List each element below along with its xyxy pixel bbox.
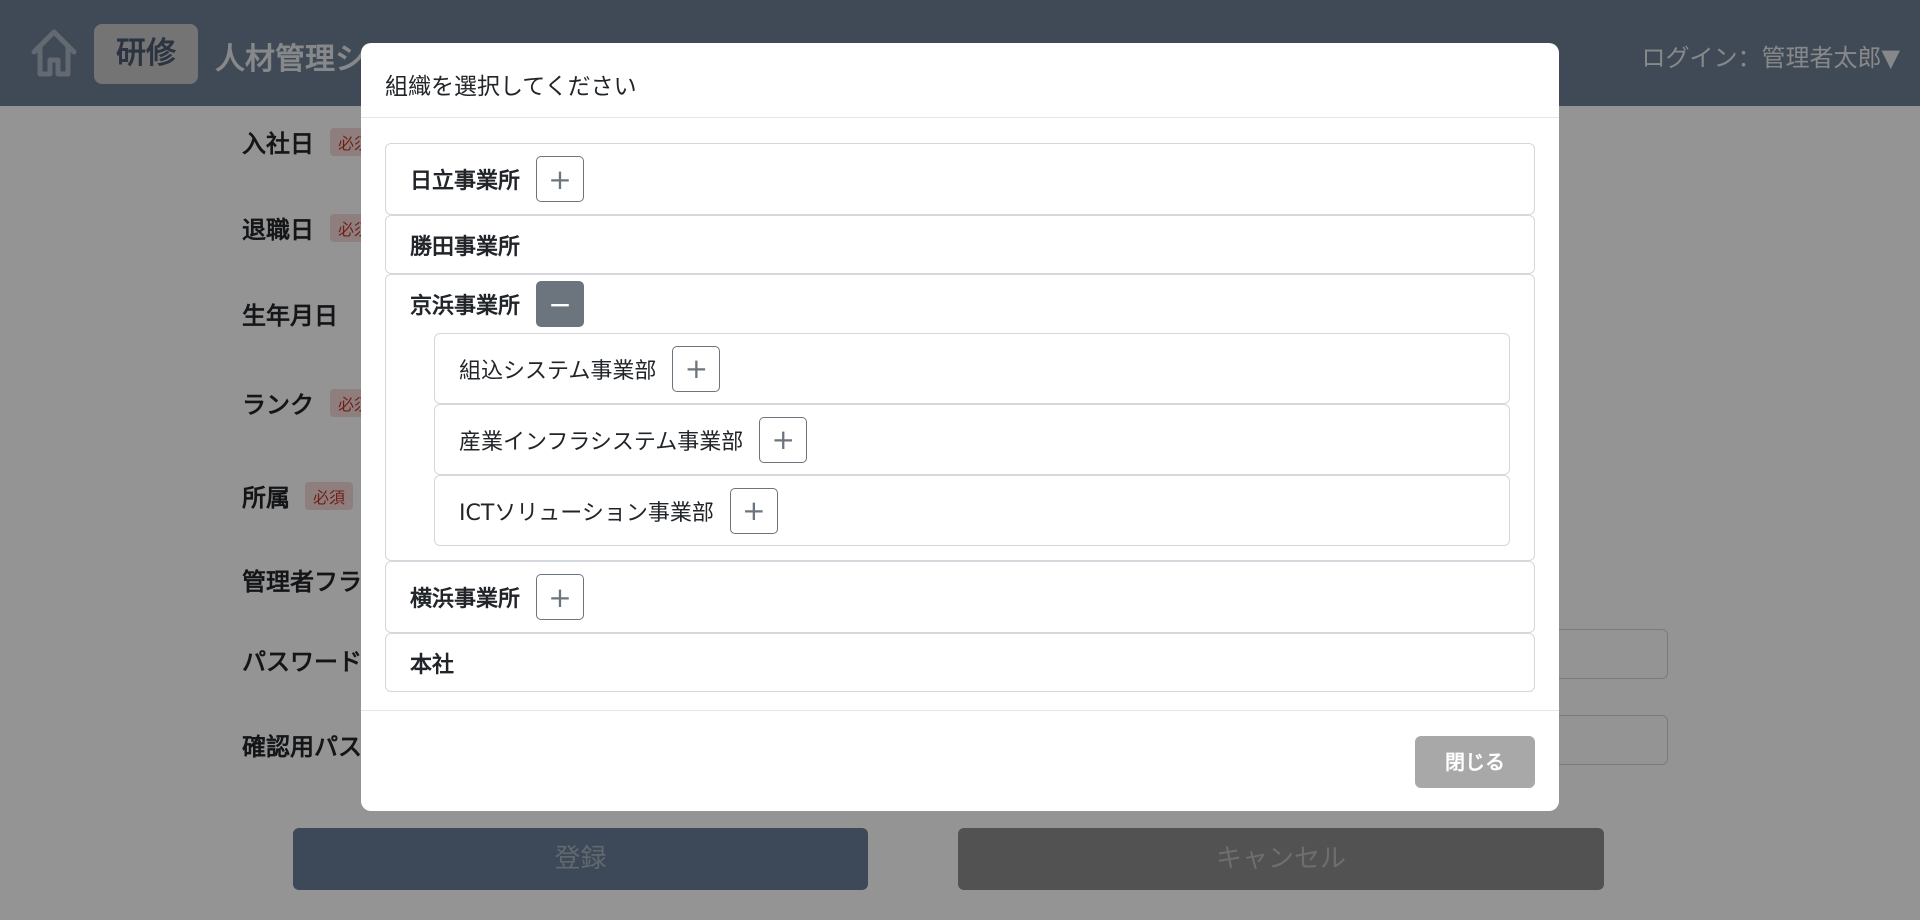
org-label[interactable]: 京浜事業所 bbox=[410, 288, 520, 320]
modal-footer: 閉じる bbox=[361, 710, 1559, 811]
org-tree: 日立事業所 + 勝田事業所 京浜事業所 − 組込システム事業部 + 産業インフラ… bbox=[361, 118, 1559, 710]
expand-plus-icon[interactable]: + bbox=[536, 574, 585, 620]
org-child-label[interactable]: 産業インフラシステム事業部 bbox=[459, 424, 743, 456]
org-child-label[interactable]: 組込システム事業部 bbox=[459, 353, 656, 385]
org-label[interactable]: 本社 bbox=[410, 647, 454, 679]
org-child-item[interactable]: 産業インフラシステム事業部 + bbox=[434, 404, 1510, 475]
org-item-keihin[interactable]: 京浜事業所 − 組込システム事業部 + 産業インフラシステム事業部 + ICTソ… bbox=[385, 274, 1535, 561]
expand-plus-icon[interactable]: + bbox=[672, 345, 721, 392]
expand-plus-icon[interactable]: + bbox=[759, 416, 808, 463]
org-children: 組込システム事業部 + 産業インフラシステム事業部 + ICTソリューション事業… bbox=[386, 333, 1534, 560]
expand-plus-icon[interactable]: + bbox=[536, 156, 585, 202]
close-button[interactable]: 閉じる bbox=[1415, 736, 1535, 788]
org-item-hitachi[interactable]: 日立事業所 + bbox=[385, 143, 1535, 215]
modal-header: 組織を選択してください bbox=[361, 43, 1559, 118]
org-select-modal: 組織を選択してください 日立事業所 + 勝田事業所 京浜事業所 − 組込システム… bbox=[361, 43, 1559, 811]
org-item-headquarters[interactable]: 本社 bbox=[385, 633, 1535, 692]
org-item-katsuta[interactable]: 勝田事業所 bbox=[385, 215, 1535, 274]
org-label[interactable]: 横浜事業所 bbox=[410, 581, 520, 613]
modal-title: 組織を選択してください bbox=[385, 74, 637, 100]
org-label[interactable]: 日立事業所 bbox=[410, 163, 520, 195]
collapse-minus-icon[interactable]: − bbox=[536, 281, 585, 327]
expand-plus-icon[interactable]: + bbox=[729, 487, 778, 534]
org-child-item[interactable]: 組込システム事業部 + bbox=[434, 333, 1510, 404]
org-child-item[interactable]: ICTソリューション事業部 + bbox=[434, 475, 1510, 546]
org-child-label[interactable]: ICTソリューション事業部 bbox=[459, 495, 714, 527]
org-label[interactable]: 勝田事業所 bbox=[410, 229, 520, 261]
org-item-yokohama[interactable]: 横浜事業所 + bbox=[385, 561, 1535, 633]
